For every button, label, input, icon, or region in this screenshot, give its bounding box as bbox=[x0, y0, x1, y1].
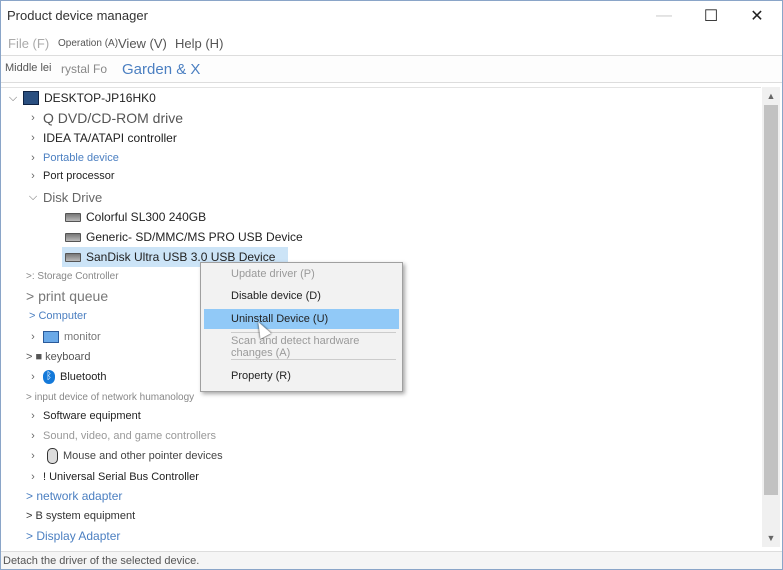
computer-icon bbox=[23, 91, 39, 105]
chevron-right-icon[interactable]: › bbox=[27, 410, 39, 422]
chevron-right-icon[interactable]: › bbox=[27, 170, 39, 182]
tree-item-label: Q DVD/CD-ROM drive bbox=[43, 110, 184, 126]
tree-item-print[interactable]: > print queue bbox=[26, 286, 108, 306]
tree-item-label: monitor bbox=[64, 331, 101, 343]
context-menu: Update driver (P) Disable device (D) Uni… bbox=[200, 262, 403, 392]
menu-separator bbox=[231, 332, 396, 333]
menu-file[interactable]: File (F) bbox=[8, 36, 49, 51]
scroll-up-icon[interactable]: ▲ bbox=[762, 87, 780, 105]
maximize-button[interactable]: ☐ bbox=[688, 1, 734, 31]
menu-item-uninstall-device[interactable]: Uninstall Device (U) bbox=[204, 309, 399, 329]
menu-view[interactable]: View (V) bbox=[118, 36, 167, 51]
tree-item-label: > print queue bbox=[26, 288, 109, 304]
chevron-right-icon[interactable]: › bbox=[27, 450, 39, 462]
close-icon: ✕ bbox=[750, 8, 764, 25]
chevron-right-icon[interactable]: › bbox=[27, 371, 39, 383]
disk-icon bbox=[65, 232, 81, 242]
tree-item-label: > ■ keyboard bbox=[26, 351, 91, 363]
tree-item-label: IDEA TA/ATAPI controller bbox=[43, 131, 177, 145]
tree-item-usb[interactable]: › ! Universal Serial Bus Controller bbox=[27, 467, 199, 487]
menu-item-disable-device[interactable]: Disable device (D) bbox=[204, 286, 399, 306]
tree-item-label: Port processor bbox=[43, 170, 115, 182]
menu-item-update-driver[interactable]: Update driver (P) bbox=[204, 264, 399, 284]
disk-icon bbox=[65, 212, 81, 222]
chevron-down-icon[interactable]: ⌵ bbox=[27, 191, 39, 204]
tree-item-bluetooth[interactable]: › ᛒ Bluetooth bbox=[27, 367, 106, 387]
disk-icon bbox=[65, 252, 81, 262]
tree-item-label: ! Universal Serial Bus Controller bbox=[43, 471, 199, 483]
vertical-scrollbar[interactable]: ▲ ▼ bbox=[762, 87, 780, 547]
tree-item-label: > network adapter bbox=[26, 489, 123, 503]
tree-item-dvd[interactable]: › Q DVD/CD-ROM drive bbox=[27, 108, 183, 128]
tree-item-label: >: Storage Controller bbox=[26, 270, 119, 282]
menu-help[interactable]: Help (H) bbox=[175, 36, 223, 51]
tree-item-label: > Display Adapter bbox=[26, 529, 121, 543]
menu-item-label: Scan and detect hardware changes (A) bbox=[231, 335, 360, 359]
menu-bar: File (F) Operation (A) View (V) Help (H) bbox=[1, 31, 782, 55]
tree-item-generic[interactable]: Generic- SD/MMC/MS PRO USB Device bbox=[65, 227, 303, 247]
menu-item-label: Update driver (P) bbox=[231, 268, 315, 280]
chevron-right-icon[interactable]: › bbox=[27, 132, 39, 144]
status-bar: Detach the driver of the selected device… bbox=[1, 551, 782, 569]
tree-item-label: > input device of network humanology bbox=[26, 391, 195, 403]
menu-item-label: Property (R) bbox=[231, 370, 291, 382]
chevron-right-icon[interactable]: › bbox=[27, 430, 39, 442]
tree-item-label: Colorful SL300 240GB bbox=[86, 210, 207, 224]
menu-item-property[interactable]: Property (R) bbox=[204, 366, 399, 386]
tree-item-label: > Computer bbox=[29, 310, 87, 322]
menu-separator bbox=[231, 359, 396, 360]
chevron-down-icon[interactable]: ⌵ bbox=[7, 92, 19, 105]
close-button[interactable]: ✕ bbox=[734, 1, 780, 31]
tree-item-portable[interactable]: › Portable device bbox=[27, 148, 119, 168]
tree-item-label: Disk Drive bbox=[43, 189, 103, 205]
minimize-button[interactable]: — bbox=[641, 1, 687, 31]
menu-item-scan-hardware[interactable]: Scan and detect hardware changes (A) bbox=[204, 335, 399, 359]
tree-item-label: Mouse and other pointer devices bbox=[63, 450, 223, 462]
toolbar-text-mid: rystal Fo bbox=[61, 62, 108, 76]
minimize-icon: — bbox=[656, 7, 672, 24]
tree-item-disk-drive[interactable]: ⌵ Disk Drive bbox=[27, 187, 102, 207]
tree-item-sound[interactable]: › Sound, video, and game controllers bbox=[27, 426, 216, 446]
toolbar-text-left: Middle lei bbox=[5, 62, 52, 74]
device-manager-window: Product device manager — ☐ ✕ File (F) Op… bbox=[0, 0, 783, 570]
tree-item-network[interactable]: > network adapter bbox=[26, 486, 122, 506]
status-text: Detach the driver of the selected device… bbox=[3, 555, 200, 567]
tree-item-ide[interactable]: › IDEA TA/ATAPI controller bbox=[27, 128, 177, 148]
mouse-icon bbox=[47, 448, 58, 464]
chevron-right-icon[interactable]: › bbox=[27, 112, 39, 124]
scroll-down-icon[interactable]: ▼ bbox=[762, 529, 780, 547]
tree-item-keyboard[interactable]: > ■ keyboard bbox=[26, 347, 90, 367]
toolbar-link[interactable]: Garden & X bbox=[122, 61, 200, 78]
menu-operation[interactable]: Operation (A) bbox=[58, 38, 118, 49]
tree-item-mouse[interactable]: › Mouse and other pointer devices bbox=[27, 446, 223, 466]
tree-item-input[interactable]: > input device of network humanology bbox=[26, 387, 194, 407]
window-title: Product device manager bbox=[7, 8, 148, 23]
scroll-thumb[interactable] bbox=[764, 105, 778, 495]
title-bar: Product device manager — ☐ ✕ bbox=[1, 1, 782, 31]
monitor-icon bbox=[43, 331, 59, 343]
tree-item-computer[interactable]: > Computer bbox=[29, 306, 87, 326]
tree-item-label: Bluetooth bbox=[60, 371, 107, 383]
tree-item-storage[interactable]: >: Storage Controller bbox=[26, 266, 119, 286]
tree-item-label: Sound, video, and game controllers bbox=[43, 430, 217, 442]
tree-item-display[interactable]: > Display Adapter bbox=[26, 526, 120, 546]
tree-item-label: > B system equipment bbox=[26, 510, 136, 522]
tree-item-port[interactable]: › Port processor bbox=[27, 166, 115, 186]
menu-item-label: Disable device (D) bbox=[231, 290, 321, 302]
chevron-right-icon[interactable]: › bbox=[27, 152, 39, 164]
bluetooth-icon: ᛒ bbox=[43, 370, 55, 384]
tree-item-monitor[interactable]: › monitor bbox=[27, 327, 101, 347]
tree-item-label: Software equipment bbox=[43, 410, 141, 422]
chevron-right-icon[interactable]: › bbox=[27, 471, 39, 483]
tree-item-system[interactable]: > B system equipment bbox=[26, 506, 135, 526]
tree-root[interactable]: ⌵ DESKTOP-JP16HK0 bbox=[7, 88, 156, 108]
tree-item-label: Portable device bbox=[43, 152, 119, 164]
tree-item-software[interactable]: › Software equipment bbox=[27, 406, 141, 426]
tree-item-colorful[interactable]: Colorful SL300 240GB bbox=[65, 207, 206, 227]
tree-item-label: Generic- SD/MMC/MS PRO USB Device bbox=[86, 230, 303, 244]
maximize-icon: ☐ bbox=[703, 8, 719, 25]
toolbar: Middle lei rystal Fo Garden & X bbox=[1, 55, 782, 83]
chevron-right-icon[interactable]: › bbox=[27, 331, 39, 343]
tree-root-label: DESKTOP-JP16HK0 bbox=[44, 91, 156, 105]
